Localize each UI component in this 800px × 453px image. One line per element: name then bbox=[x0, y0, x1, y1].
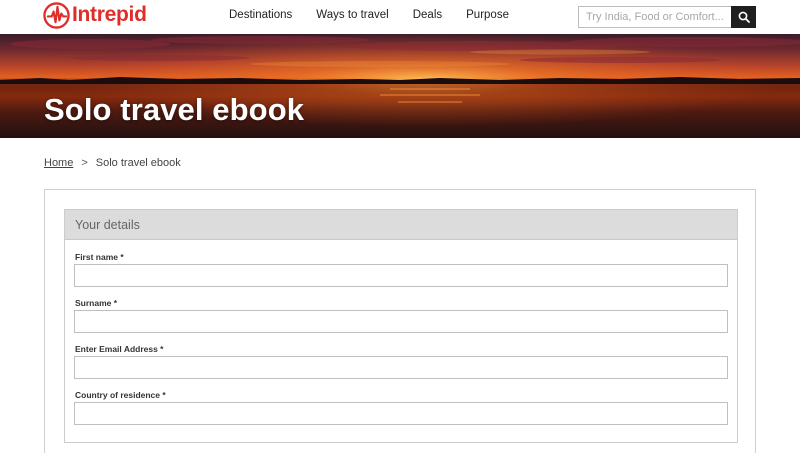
main-nav: Destinations Ways to travel Deals Purpos… bbox=[229, 9, 509, 21]
search-bar bbox=[578, 6, 756, 28]
page-title: Solo travel ebook bbox=[44, 92, 305, 127]
breadcrumb-current: Solo travel ebook bbox=[95, 157, 181, 169]
nav-item-purpose[interactable]: Purpose bbox=[466, 9, 509, 21]
email-label: Enter Email Address * bbox=[75, 344, 164, 354]
breadcrumb-separator: > bbox=[81, 157, 88, 169]
logo-mark-icon bbox=[43, 1, 70, 29]
first-name-field[interactable] bbox=[74, 264, 728, 287]
intrepid-logo[interactable]: Intrepid bbox=[43, 1, 147, 29]
hero-banner: Solo travel ebook bbox=[0, 34, 800, 138]
first-name-label: First name * bbox=[75, 252, 124, 262]
nav-item-deals[interactable]: Deals bbox=[413, 9, 442, 21]
search-icon bbox=[738, 11, 750, 23]
site-header: Intrepid Destinations Ways to travel Dea… bbox=[0, 0, 800, 34]
section-title: Your details bbox=[65, 210, 737, 240]
your-details-panel: Your details First name * Surname * Ente… bbox=[64, 209, 738, 443]
nav-item-destinations[interactable]: Destinations bbox=[229, 9, 292, 21]
country-field[interactable] bbox=[74, 402, 728, 425]
nav-item-ways-to-travel[interactable]: Ways to travel bbox=[316, 9, 388, 21]
search-input[interactable] bbox=[578, 6, 731, 28]
email-field[interactable] bbox=[74, 356, 728, 379]
surname-label: Surname * bbox=[75, 298, 118, 308]
search-button[interactable] bbox=[731, 6, 756, 28]
country-label: Country of residence * bbox=[75, 390, 166, 400]
ebook-signup-form: Your details First name * Surname * Ente… bbox=[44, 189, 756, 453]
brand-name: Intrepid bbox=[72, 3, 147, 26]
breadcrumb-home-link[interactable]: Home bbox=[44, 157, 73, 169]
breadcrumb: Home > Solo travel ebook bbox=[44, 157, 181, 169]
surname-field[interactable] bbox=[74, 310, 728, 333]
